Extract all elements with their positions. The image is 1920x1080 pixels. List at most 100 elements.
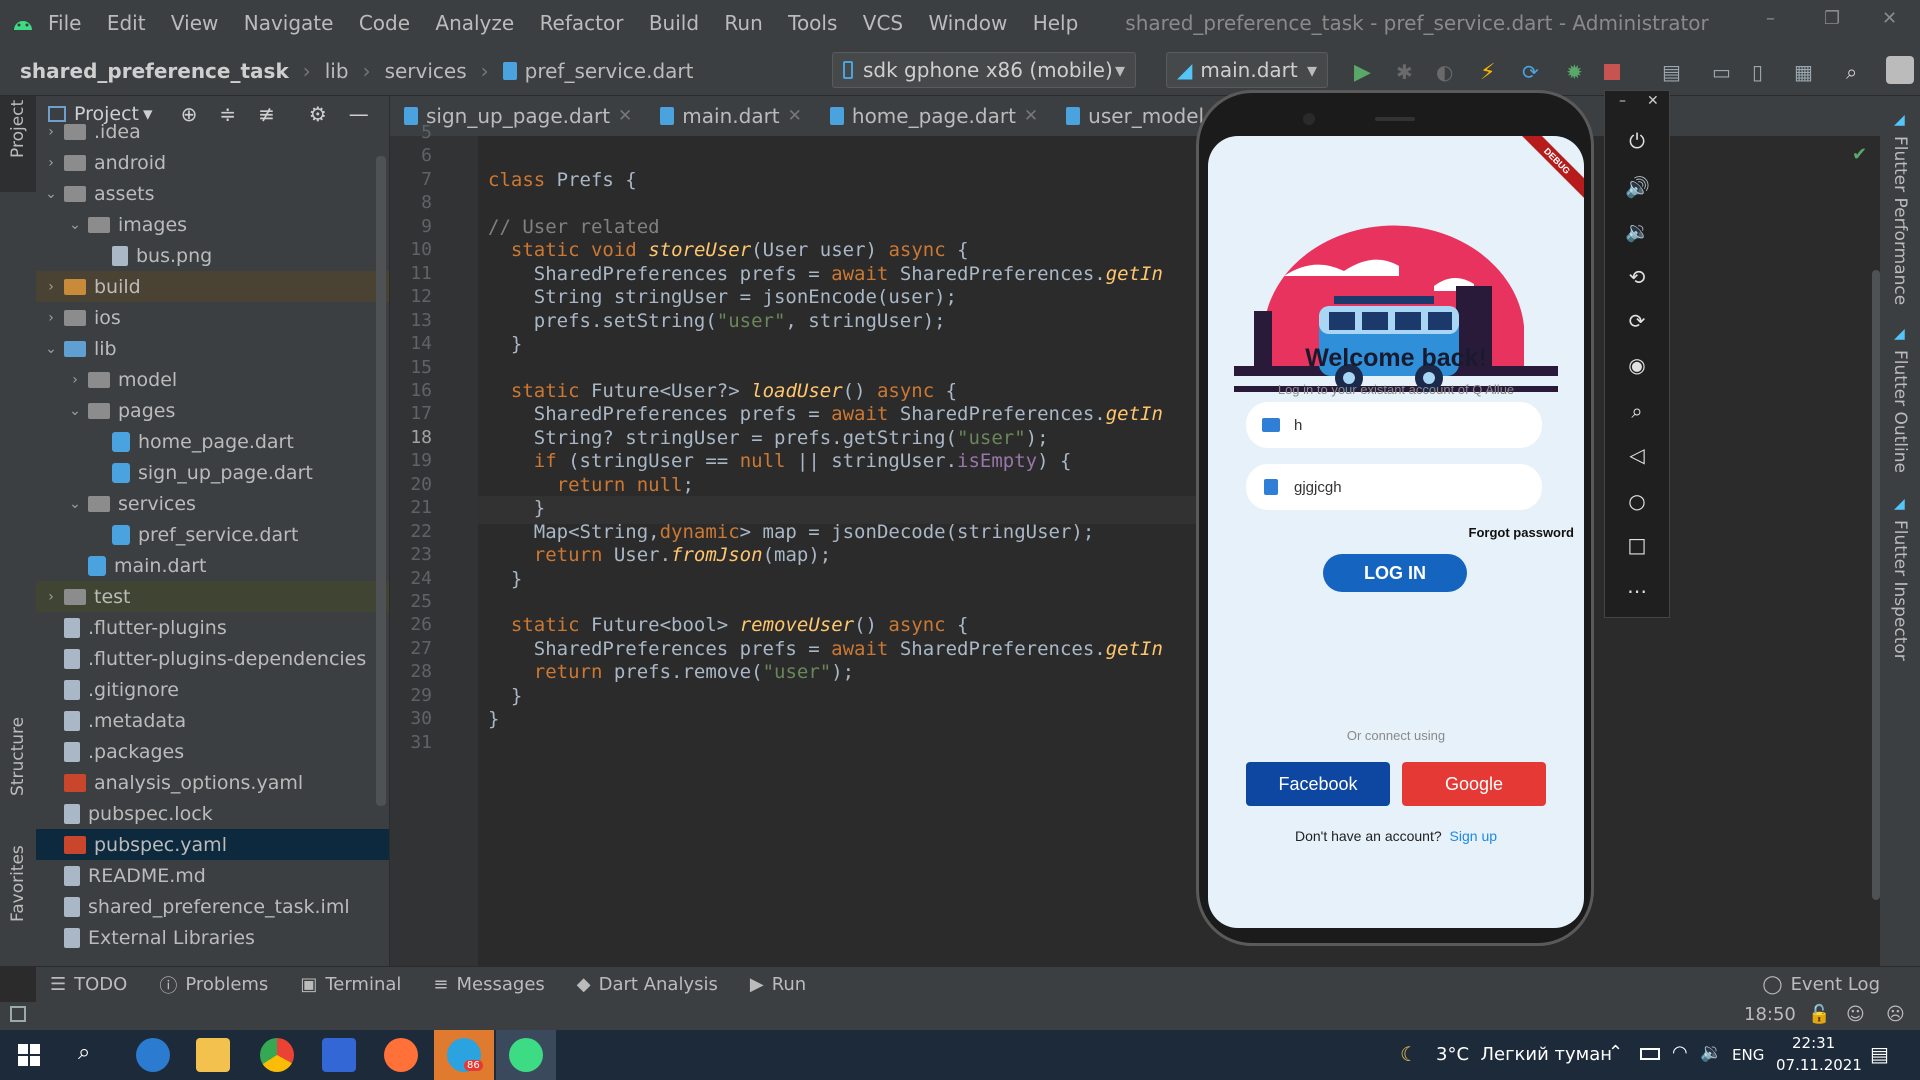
code-line[interactable]: } [488, 333, 522, 355]
debug-icon[interactable]: ✱ [1396, 60, 1418, 84]
breadcrumb-services[interactable]: services [385, 59, 467, 83]
weather-text[interactable]: 3°C Легкий туман [1436, 1044, 1612, 1065]
notifications-icon[interactable]: ▤ [1870, 1042, 1889, 1066]
chevron-down-icon[interactable]: ⌄ [68, 496, 82, 512]
code-line[interactable]: String? stringUser = prefs.getString("us… [488, 427, 1049, 449]
code-editor[interactable]: class Prefs {// User related static void… [478, 136, 1198, 966]
code-line[interactable]: SharedPreferences prefs = await SharedPr… [488, 403, 1163, 425]
code-line[interactable]: return User.fromJson(map); [488, 544, 831, 566]
tree-item[interactable]: › test [36, 581, 389, 612]
tree-item[interactable]: ⌄ lib [36, 333, 389, 364]
rotate-right-icon[interactable]: ⟳ [1625, 309, 1649, 333]
breadcrumb-project[interactable]: shared_preference_task [20, 59, 289, 83]
menu-refactor[interactable]: Refactor [540, 11, 624, 35]
clock-time[interactable]: 22:31 [1792, 1034, 1835, 1052]
firefox-icon[interactable] [384, 1038, 418, 1072]
tree-scrollbar[interactable] [376, 156, 386, 806]
device-manager-icon[interactable]: ▭ [1712, 60, 1734, 84]
menu-analyze[interactable]: Analyze [435, 11, 514, 35]
menu-tools[interactable]: Tools [788, 11, 837, 35]
signup-link[interactable]: Sign up [1450, 828, 1497, 844]
telegram-app[interactable]: 86 [434, 1030, 494, 1080]
tree-item[interactable]: › build [36, 271, 389, 302]
structure-stripe-label[interactable]: Structure [8, 717, 28, 796]
code-line[interactable]: SharedPreferences prefs = await SharedPr… [488, 638, 1163, 660]
avd-manager-icon[interactable]: ▯ [1752, 60, 1774, 84]
google-button[interactable]: Google [1402, 762, 1546, 806]
browser-app-icon[interactable] [136, 1038, 170, 1072]
code-line[interactable]: return null; [488, 474, 694, 496]
code-line[interactable]: static Future<bool> removeUser() async { [488, 614, 969, 636]
code-line[interactable]: static void storeUser(User user) async { [488, 239, 969, 261]
zoom-icon[interactable]: ⌕ [1625, 399, 1649, 423]
cursor-position[interactable]: 18:50 [1744, 1004, 1796, 1025]
run-icon[interactable]: ▶ [1354, 60, 1376, 85]
todo-tool-button[interactable]: ☰ TODO [50, 974, 127, 995]
menu-help[interactable]: Help [1033, 11, 1079, 35]
menu-view[interactable]: View [171, 11, 218, 35]
sdk-manager-icon[interactable]: ▦ [1794, 60, 1816, 84]
tree-item[interactable]: sign_up_page.dart [36, 457, 389, 488]
run-config-selector[interactable]: ◢ main.dart ▾ [1166, 52, 1328, 88]
chevron-down-icon[interactable]: ⌄ [68, 217, 82, 233]
project-structure-icon[interactable]: ▤ [1662, 60, 1684, 84]
clock-date[interactable]: 07.11.2021 [1776, 1056, 1862, 1074]
menu-run[interactable]: Run [724, 11, 762, 35]
tree-item[interactable]: home_page.dart [36, 426, 389, 457]
editor-scrollbar[interactable] [1872, 270, 1880, 900]
messages-tool-button[interactable]: ≡ Messages [433, 974, 544, 995]
menu-window[interactable]: Window [928, 11, 1007, 35]
stop-icon[interactable] [1604, 64, 1620, 80]
tree-item[interactable]: .metadata [36, 705, 389, 736]
tab-main[interactable]: main.dart ✕ [646, 96, 816, 136]
tree-item[interactable]: .flutter-plugins-dependencies [36, 643, 389, 674]
overview-icon[interactable]: □ [1625, 533, 1649, 557]
code-line[interactable]: } [488, 568, 522, 590]
user-account-icon[interactable] [1886, 56, 1914, 84]
problems-tool-button[interactable]: ⓘ Problems [159, 972, 268, 998]
volume-icon[interactable]: 🔉 [1700, 1042, 1722, 1063]
screenshot-icon[interactable]: ◉ [1625, 353, 1649, 377]
tree-item[interactable]: pubspec.yaml [36, 829, 389, 860]
hot-restart-icon[interactable]: ⟳ [1522, 60, 1544, 84]
battery-icon[interactable] [1640, 1048, 1660, 1060]
breadcrumb-lib[interactable]: lib [325, 59, 349, 83]
tree-item[interactable]: › android [36, 147, 389, 178]
tree-item[interactable]: .flutter-plugins [36, 612, 389, 643]
tree-item[interactable]: .gitignore [36, 674, 389, 705]
minimize-button[interactable]: – [1766, 8, 1775, 29]
chevron-down-icon[interactable]: ⌄ [68, 403, 82, 419]
code-line[interactable]: String stringUser = jsonEncode(user); [488, 286, 957, 308]
chevron-right-icon[interactable]: › [44, 310, 58, 326]
save-app-icon[interactable] [322, 1038, 356, 1072]
tree-item[interactable]: analysis_options.yaml [36, 767, 389, 798]
project-tool-button[interactable]: Project [0, 96, 36, 192]
file-explorer-icon[interactable] [196, 1038, 230, 1072]
tree-item[interactable]: .packages [36, 736, 389, 767]
search-icon[interactable]: ⌕ [1846, 60, 1868, 84]
chevron-up-icon[interactable]: ⌃ [1608, 1042, 1623, 1063]
profile-icon[interactable]: ◐ [1436, 60, 1458, 84]
restore-button[interactable]: ❐ [1824, 8, 1840, 29]
close-window-button[interactable]: ✕ [1882, 8, 1897, 29]
tab-home-page[interactable]: home_page.dart ✕ [816, 96, 1052, 136]
chevron-down-icon[interactable]: ⌄ [44, 186, 58, 202]
flutter-performance-tab[interactable]: Flutter Performance [1890, 136, 1910, 305]
code-line[interactable]: prefs.setString("user", stringUser); [488, 310, 946, 332]
login-button[interactable]: LOG IN [1323, 554, 1467, 592]
tree-item[interactable]: ⌄ images [36, 209, 389, 240]
tree-item[interactable]: ⌄ services [36, 488, 389, 519]
tree-item[interactable]: main.dart [36, 550, 389, 581]
menu-file[interactable]: File [48, 11, 81, 35]
home-icon[interactable]: ○ [1625, 489, 1649, 513]
tree-item[interactable]: › model [36, 364, 389, 395]
code-line[interactable]: } [488, 708, 499, 730]
event-log-button[interactable]: ◯ Event Log [1762, 974, 1880, 995]
volume-up-icon[interactable]: 🔊 [1625, 175, 1650, 199]
code-line[interactable]: class Prefs { [488, 169, 637, 191]
flutter-outline-tab[interactable]: Flutter Outline [1890, 350, 1910, 473]
toggle-tool-windows-icon[interactable] [10, 1006, 26, 1022]
menu-code[interactable]: Code [359, 11, 410, 35]
language-indicator[interactable]: ENG [1732, 1046, 1764, 1064]
chevron-right-icon[interactable]: › [68, 372, 82, 388]
